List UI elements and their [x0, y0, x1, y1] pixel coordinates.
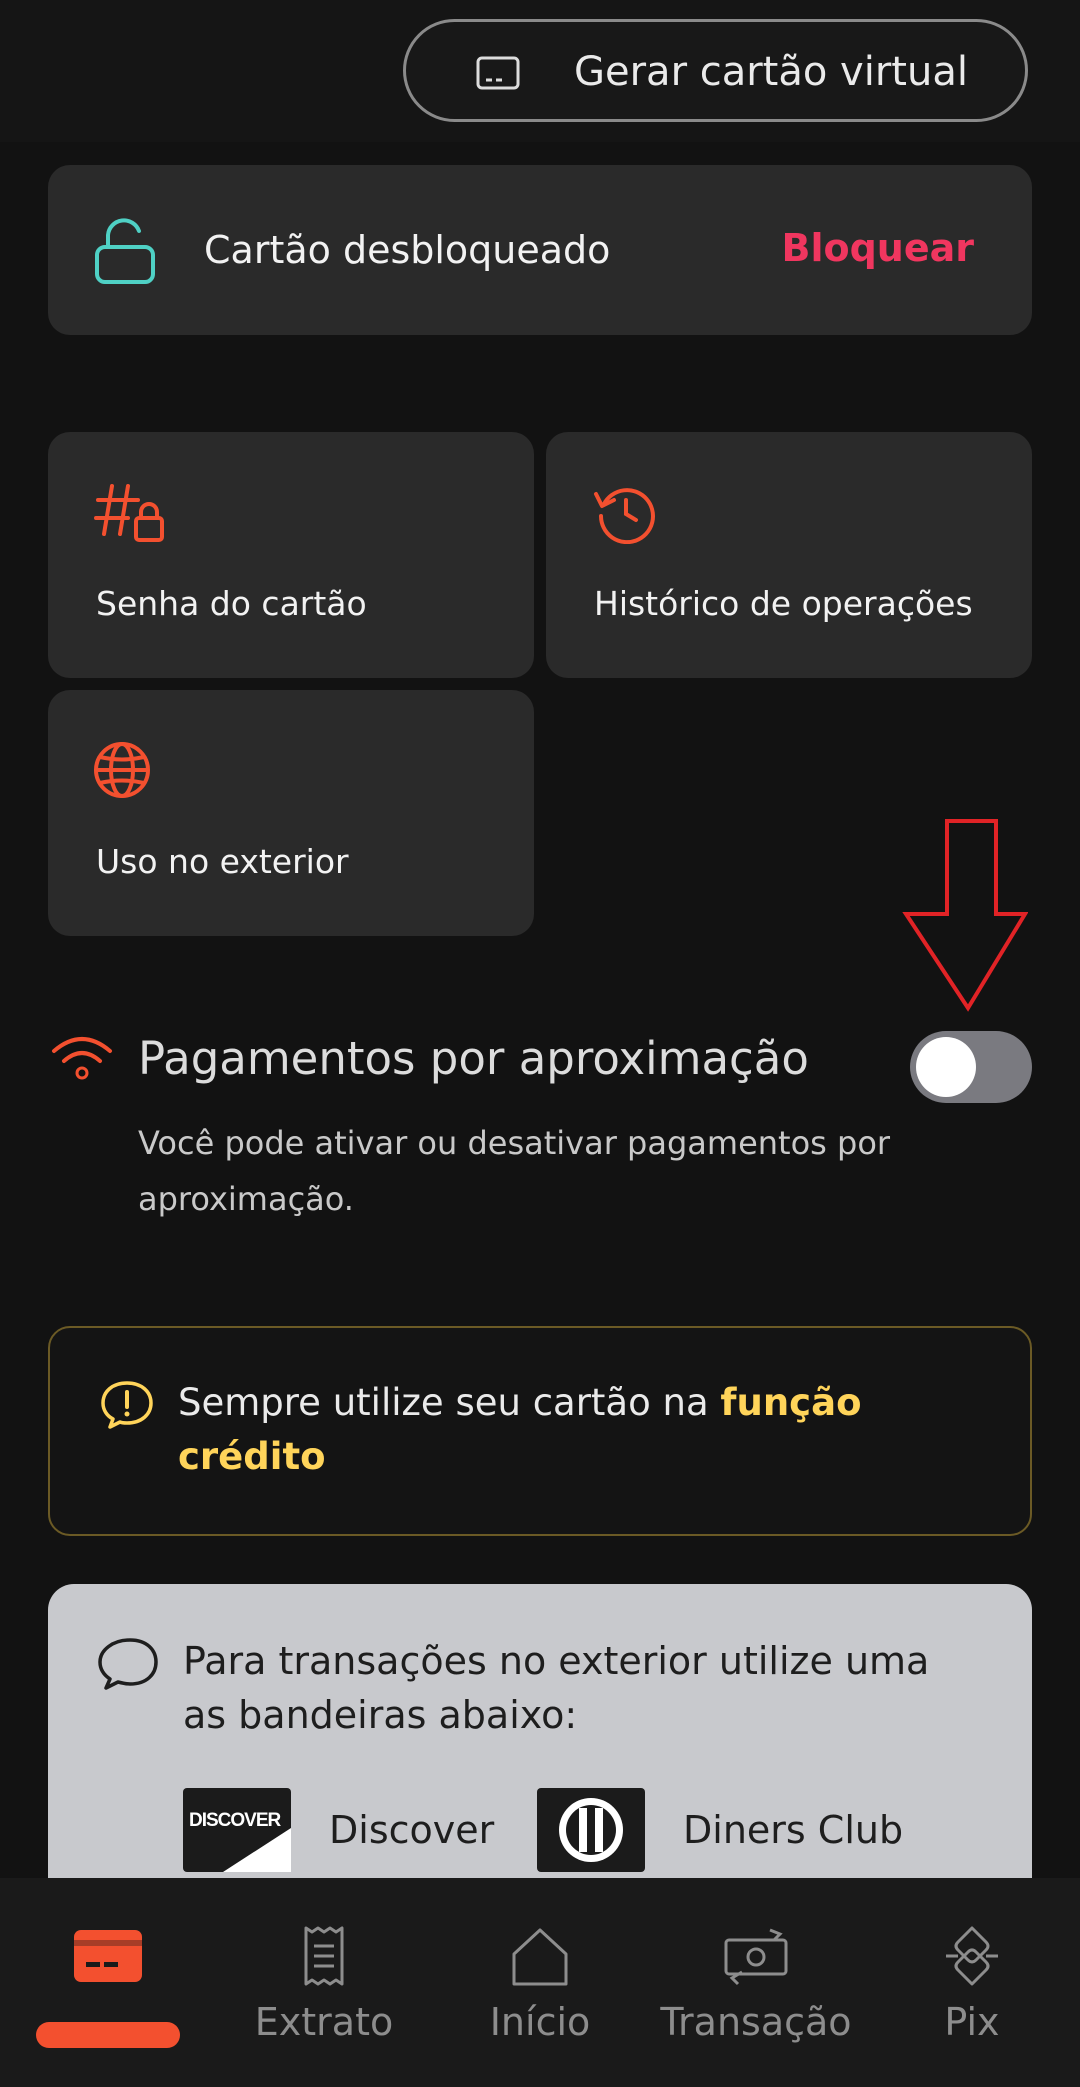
bottom-navigation: Extrato Início Transação Pix — [0, 1878, 1080, 2087]
tile-operation-history-label: Histórico de operações — [594, 584, 973, 623]
nav-tab-pix-label: Pix — [944, 2000, 1000, 2044]
generate-virtual-card-label: Gerar cartão virtual — [574, 49, 968, 95]
nav-tab-statement-label: Extrato — [254, 2000, 394, 2044]
generate-virtual-card-button[interactable]: Gerar cartão virtual — [403, 19, 1028, 122]
wifi-icon — [52, 1037, 112, 1080]
card-lock-status-title: Cartão desbloqueado — [204, 228, 611, 272]
contactless-toggle[interactable] — [910, 1031, 1032, 1103]
pix-icon — [946, 1926, 998, 1986]
card-settings-screen: Gerar cartão virtual Cartão desbloqueado… — [0, 0, 1080, 2087]
nav-tab-home[interactable]: Início — [432, 1878, 648, 2087]
tile-operation-history[interactable]: Histórico de operações — [546, 432, 1032, 678]
nav-tab-transaction[interactable]: Transação — [648, 1878, 864, 2087]
nav-tab-transaction-label: Transação — [660, 2000, 852, 2044]
down-arrow-annotation — [902, 819, 1028, 1012]
contactless-payments-section: Pagamentos por aproximação Você pode ati… — [48, 1025, 1032, 1235]
nav-tab-home-label: Início — [489, 2000, 591, 2044]
tile-usage-abroad[interactable]: Uso no exterior — [48, 690, 534, 936]
toggle-knob — [916, 1037, 976, 1097]
warning-text-start: Sempre utilize seu cartão na — [178, 1381, 721, 1424]
nav-tab-statement[interactable]: Extrato — [216, 1878, 432, 2087]
brand-discover-name: Discover — [329, 1808, 495, 1852]
history-icon — [594, 488, 655, 544]
unlock-icon — [95, 218, 155, 284]
tile-card-password-label: Senha do cartão — [96, 584, 367, 623]
money-transfer-icon — [724, 1928, 788, 1986]
contactless-title: Pagamentos por aproximação — [138, 1032, 809, 1085]
contactless-description: Você pode ativar ou desativar pagamentos… — [138, 1124, 891, 1218]
receipt-icon — [304, 1926, 344, 1986]
discover-logo: DISCOVER — [183, 1788, 291, 1872]
nav-tab-pix[interactable]: Pix — [864, 1878, 1080, 2087]
home-icon — [512, 1928, 568, 1986]
hash-lock-icon — [94, 484, 164, 542]
card-icon — [74, 1930, 142, 1982]
card-outline-icon — [476, 56, 520, 90]
diners-club-logo-mark — [559, 1798, 623, 1862]
active-tab-indicator — [36, 2022, 180, 2048]
discover-logo-mark — [223, 1828, 291, 1872]
international-brands-info: Para transações no exterior utilize uma … — [48, 1584, 1032, 1904]
tile-card-password[interactable]: Senha do cartão — [48, 432, 534, 678]
tile-usage-abroad-label: Uso no exterior — [96, 842, 349, 881]
chat-bubble-icon — [98, 1638, 158, 1690]
diners-club-logo — [537, 1788, 645, 1872]
block-card-button[interactable]: Bloquear — [781, 223, 974, 273]
card-lock-status: Cartão desbloqueado Bloquear — [48, 165, 1032, 335]
globe-icon — [94, 742, 150, 798]
credit-function-warning-text: Sempre utilize seu cartão na função créd… — [178, 1376, 958, 1484]
brand-diners-club-name: Diners Club — [683, 1808, 904, 1852]
credit-function-warning: Sempre utilize seu cartão na função créd… — [48, 1326, 1032, 1536]
nav-tab-card[interactable] — [0, 1878, 216, 2087]
international-brands-text: Para transações no exterior utilize uma … — [183, 1639, 930, 1737]
alert-chat-icon — [101, 1381, 153, 1429]
